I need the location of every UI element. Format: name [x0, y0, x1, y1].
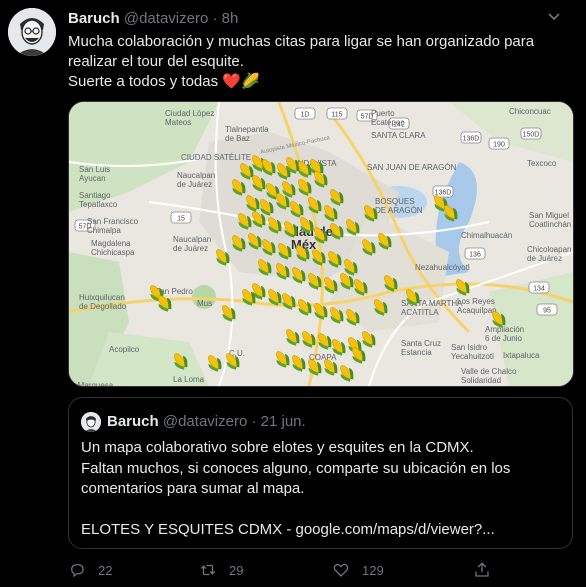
svg-text:115: 115: [331, 112, 342, 119]
svg-text:1D: 1D: [301, 112, 310, 119]
timestamp[interactable]: 8h: [222, 10, 239, 27]
quoted-author-handle: @datavizero: [162, 413, 248, 430]
road-shield: 150D: [520, 127, 542, 140]
avatar[interactable]: [8, 8, 56, 56]
map-label-san-juan-aragon: SAN JUAN DE ARAGÓN: [367, 163, 457, 172]
svg-text:136: 136: [469, 252, 481, 259]
map-label-santa-clara: SANTA CLARA: [371, 131, 426, 140]
road-shield: 95: [536, 303, 558, 316]
quoted-tweet[interactable]: Baruch @datavizero · 21 jun. Un mapa col…: [68, 397, 573, 549]
map-label-huixquilucan: Huixquilucan de Degollado: [79, 293, 127, 311]
map-label-acopilco: Acopilco: [109, 345, 140, 354]
avatar-image: [81, 412, 101, 432]
separator-dot: ·: [251, 413, 257, 430]
map-label-museo: Mus: [197, 299, 212, 308]
map-label-chimalhuacan: Chimalhuacán: [461, 231, 512, 240]
map-label-nezahualcoyotl: Nezahualcóyotl: [415, 263, 470, 272]
reply-count: 22: [98, 562, 113, 578]
map-label-los-reyes: Los Reyes Acaquilpan: [457, 297, 497, 315]
map-label-ciudad-satelite: CIUDAD SATÉLITE: [181, 153, 251, 162]
map-label-chiconcuac: Chiconcuac: [509, 107, 551, 116]
map-image[interactable]: 57D 1D 57D 136D 136 150D 190 142 15 134 95 115 136D …: [68, 101, 574, 387]
tweet-text: Mucha colaboración y muchas citas para l…: [68, 32, 568, 92]
heart-emoji: ❤️: [222, 73, 241, 90]
road-shield: 15: [170, 211, 192, 224]
author-name[interactable]: Baruch: [68, 10, 120, 27]
corn-emoji: 🌽: [240, 73, 260, 90]
svg-text:190: 190: [493, 142, 505, 149]
separator-dot: ·: [212, 10, 218, 27]
like-count: 129: [362, 562, 384, 578]
quoted-avatar[interactable]: [81, 412, 101, 432]
svg-text:136D: 136D: [463, 136, 480, 143]
map-label-ampliacion-6-junio: Ampliación 6 de Junio: [485, 325, 524, 343]
quoted-header: Baruch @datavizero · 21 jun.: [107, 412, 306, 432]
retweet-count: 29: [229, 562, 244, 578]
road-shield: 115: [326, 107, 348, 120]
road-shield: 134: [528, 281, 550, 294]
share-button[interactable]: [473, 561, 491, 579]
retweet-button[interactable]: 29: [199, 561, 243, 579]
quoted-author-name: Baruch: [107, 413, 159, 430]
map-label-san-miguel-coatlinchan: San Miguel Coatlinchán: [529, 211, 571, 229]
road-shield: 136: [464, 247, 486, 260]
quoted-date: 21 jun.: [260, 413, 306, 430]
svg-text:95: 95: [543, 308, 551, 315]
reply-icon: [71, 564, 84, 578]
map-label-san-luis-ayucan: San Luis Ayucan: [79, 165, 110, 183]
map-label-texcoco: Texcoco: [527, 159, 557, 168]
tweet-header: Baruch @datavizero · 8h: [68, 9, 568, 29]
svg-text:150D: 150D: [523, 132, 540, 139]
svg-text:15: 15: [177, 216, 185, 223]
map-canvas: 57D1D 57D136D136150D1901421513495115136D …: [69, 102, 573, 386]
road-shield: 1D: [294, 107, 316, 120]
map-label-la-loma: La Loma: [173, 375, 205, 384]
svg-text:134: 134: [533, 286, 545, 293]
map-label-naucalpan1: Naucalpan de Juárez: [177, 171, 215, 189]
retweet-icon: [200, 564, 216, 576]
author-handle[interactable]: @datavizero: [124, 10, 208, 27]
map-label-magdalena-chichicaspa: Magdalena Chichicaspa: [91, 239, 135, 257]
chevron-down-icon: [548, 13, 560, 21]
road-shield: 136D: [460, 131, 482, 144]
road-shield: 190: [488, 137, 510, 150]
reply-button[interactable]: 22: [68, 561, 112, 579]
like-button[interactable]: 129: [332, 561, 384, 579]
share-icon: [475, 562, 489, 577]
more-options-button[interactable]: [542, 6, 566, 26]
tweet-body: Mucha colaboración y muchas citas para l…: [68, 33, 535, 90]
heart-icon: [333, 563, 349, 577]
action-bar: 22 29 129: [68, 561, 568, 581]
map-label-la-marquesa: a Marquesa: [71, 381, 114, 386]
map-label-naucalpan2: Naucalpan de Juárez: [173, 235, 211, 253]
map-label-ixtapaluca: Ixtapaluca: [503, 351, 540, 360]
quoted-text: Un mapa colaborativo sobre elotes y esqu…: [81, 439, 511, 538]
avatar-image: [8, 8, 56, 56]
